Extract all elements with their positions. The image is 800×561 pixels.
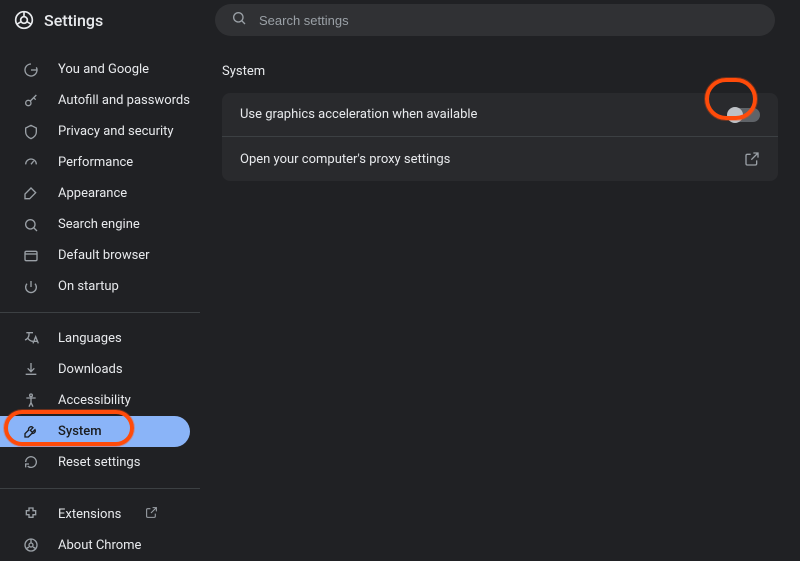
sidebar-item-label: Search engine — [58, 217, 140, 232]
sidebar-item-label: System — [58, 424, 102, 439]
sidebar-item-label: Extensions — [58, 507, 121, 522]
search-icon — [231, 10, 247, 30]
sidebar-item-search-engine[interactable]: Search engine — [0, 209, 190, 240]
sidebar-item-accessibility[interactable]: Accessibility — [0, 385, 190, 416]
open-in-new-icon — [145, 506, 158, 523]
sidebar-divider — [0, 488, 200, 489]
chrome-icon — [22, 536, 40, 554]
section-title: System — [222, 64, 778, 79]
sidebar-item-on-startup[interactable]: On startup — [0, 271, 190, 302]
palette-icon — [22, 185, 40, 203]
setting-label: Use graphics acceleration when available — [240, 107, 477, 122]
power-icon — [22, 278, 40, 296]
search-bar[interactable] — [215, 4, 775, 36]
sidebar-item-performance[interactable]: Performance — [0, 147, 190, 178]
extension-icon — [22, 505, 40, 523]
graphics-acceleration-toggle[interactable] — [728, 108, 760, 122]
setting-row-proxy-settings[interactable]: Open your computer's proxy settings — [222, 136, 778, 181]
sidebar-item-you-and-google[interactable]: You and Google — [0, 54, 190, 85]
reset-icon — [22, 453, 40, 471]
browser-icon — [22, 247, 40, 265]
sidebar-item-extensions[interactable]: Extensions — [0, 499, 190, 530]
sidebar-item-reset[interactable]: Reset settings — [0, 447, 190, 478]
accessibility-icon — [22, 391, 40, 409]
sidebar-item-autofill[interactable]: Autofill and passwords — [0, 85, 190, 116]
open-in-new-icon — [744, 151, 760, 167]
sidebar-item-label: Privacy and security — [58, 124, 174, 139]
sidebar-item-languages[interactable]: Languages — [0, 323, 190, 354]
chrome-logo-icon — [14, 10, 34, 30]
page-title: Settings — [44, 11, 103, 30]
sidebar-item-label: Downloads — [58, 362, 123, 377]
speedometer-icon — [22, 154, 40, 172]
sidebar-item-label: You and Google — [58, 62, 149, 77]
key-icon — [22, 92, 40, 110]
google-icon — [22, 61, 40, 79]
shield-icon — [22, 123, 40, 141]
sidebar-item-downloads[interactable]: Downloads — [0, 354, 190, 385]
download-icon — [22, 360, 40, 378]
sidebar-item-label: Default browser — [58, 248, 150, 263]
sidebar: You and Google Autofill and passwords Pr… — [0, 40, 200, 561]
search-input[interactable] — [259, 13, 759, 28]
wrench-icon — [22, 422, 40, 440]
sidebar-item-label: Autofill and passwords — [58, 93, 190, 108]
sidebar-item-appearance[interactable]: Appearance — [0, 178, 190, 209]
main-content: System Use graphics acceleration when av… — [200, 40, 800, 561]
sidebar-item-label: Reset settings — [58, 455, 140, 470]
sidebar-item-default-browser[interactable]: Default browser — [0, 240, 190, 271]
sidebar-item-about-chrome[interactable]: About Chrome — [0, 530, 190, 561]
sidebar-item-system[interactable]: System — [0, 416, 190, 447]
sidebar-item-label: Accessibility — [58, 393, 131, 408]
setting-label: Open your computer's proxy settings — [240, 152, 450, 167]
sidebar-item-privacy[interactable]: Privacy and security — [0, 116, 190, 147]
sidebar-item-label: Performance — [58, 155, 133, 170]
setting-row-graphics-acceleration: Use graphics acceleration when available — [222, 93, 778, 136]
sidebar-item-label: Languages — [58, 331, 122, 346]
settings-card: Use graphics acceleration when available… — [222, 93, 778, 181]
toggle-knob — [727, 107, 743, 123]
sidebar-item-label: About Chrome — [58, 538, 141, 553]
sidebar-item-label: On startup — [58, 279, 119, 294]
sidebar-item-label: Appearance — [58, 186, 127, 201]
sidebar-divider — [0, 312, 200, 313]
search-icon — [22, 216, 40, 234]
globe-icon — [22, 329, 40, 347]
